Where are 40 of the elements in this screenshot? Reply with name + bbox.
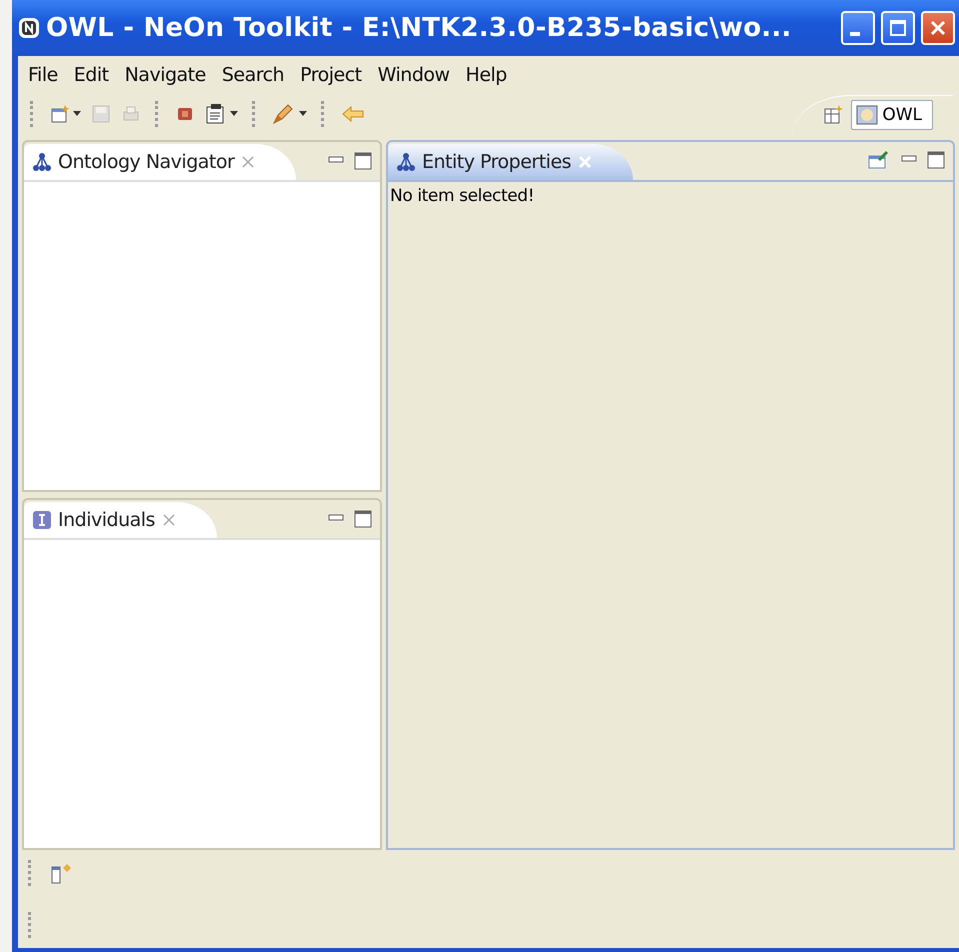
hierarchy-icon [396, 152, 416, 172]
individual-icon [32, 510, 52, 530]
close-icon [929, 19, 947, 37]
close-icon [160, 512, 177, 528]
view-title: Ontology Navigator [58, 151, 234, 173]
view-tab[interactable]: Ontology Navigator [24, 144, 296, 180]
maximize-icon [889, 19, 907, 37]
view-title: Entity Properties [422, 151, 572, 173]
status-message: No item selected! [389, 185, 536, 208]
menu-item[interactable]: Window [372, 62, 456, 88]
maximize-icon [927, 151, 945, 169]
caret-icon [230, 111, 238, 117]
maximize-icon [354, 510, 372, 528]
open-perspective-icon [823, 104, 844, 124]
menu-item[interactable]: Project [294, 62, 368, 88]
view-title: Individuals [58, 509, 155, 531]
window-title: OWL - NeOn Toolkit - E:\NTK2.3.0-B235-basic\wo... [46, 13, 793, 43]
view-tab[interactable]: Entity Properties [388, 144, 634, 180]
view-tab[interactable]: Individuals [24, 502, 217, 538]
caret-icon [299, 111, 307, 117]
menu-item[interactable]: Help [460, 62, 513, 88]
maximize-icon [354, 152, 372, 170]
close-button[interactable] [921, 11, 955, 45]
caret-icon [73, 111, 81, 117]
close-icon [577, 154, 594, 170]
save-icon [91, 104, 111, 124]
hierarchy-icon [32, 152, 52, 172]
fast-view-icon [50, 862, 74, 884]
close-icon [240, 154, 256, 170]
menu-item[interactable]: Edit [68, 62, 115, 88]
maximize-button[interactable] [881, 11, 915, 45]
menu-item[interactable]: Navigate [118, 62, 212, 88]
pin-editor-icon [867, 150, 891, 170]
menu-item[interactable]: Search [216, 62, 290, 88]
minimize-button[interactable] [841, 11, 875, 45]
new-file-icon [50, 104, 70, 124]
menu-item[interactable]: File [22, 62, 64, 88]
app-logo-icon [18, 17, 40, 39]
minimize-icon [850, 32, 860, 36]
perspective-button[interactable]: OWL [851, 100, 933, 130]
